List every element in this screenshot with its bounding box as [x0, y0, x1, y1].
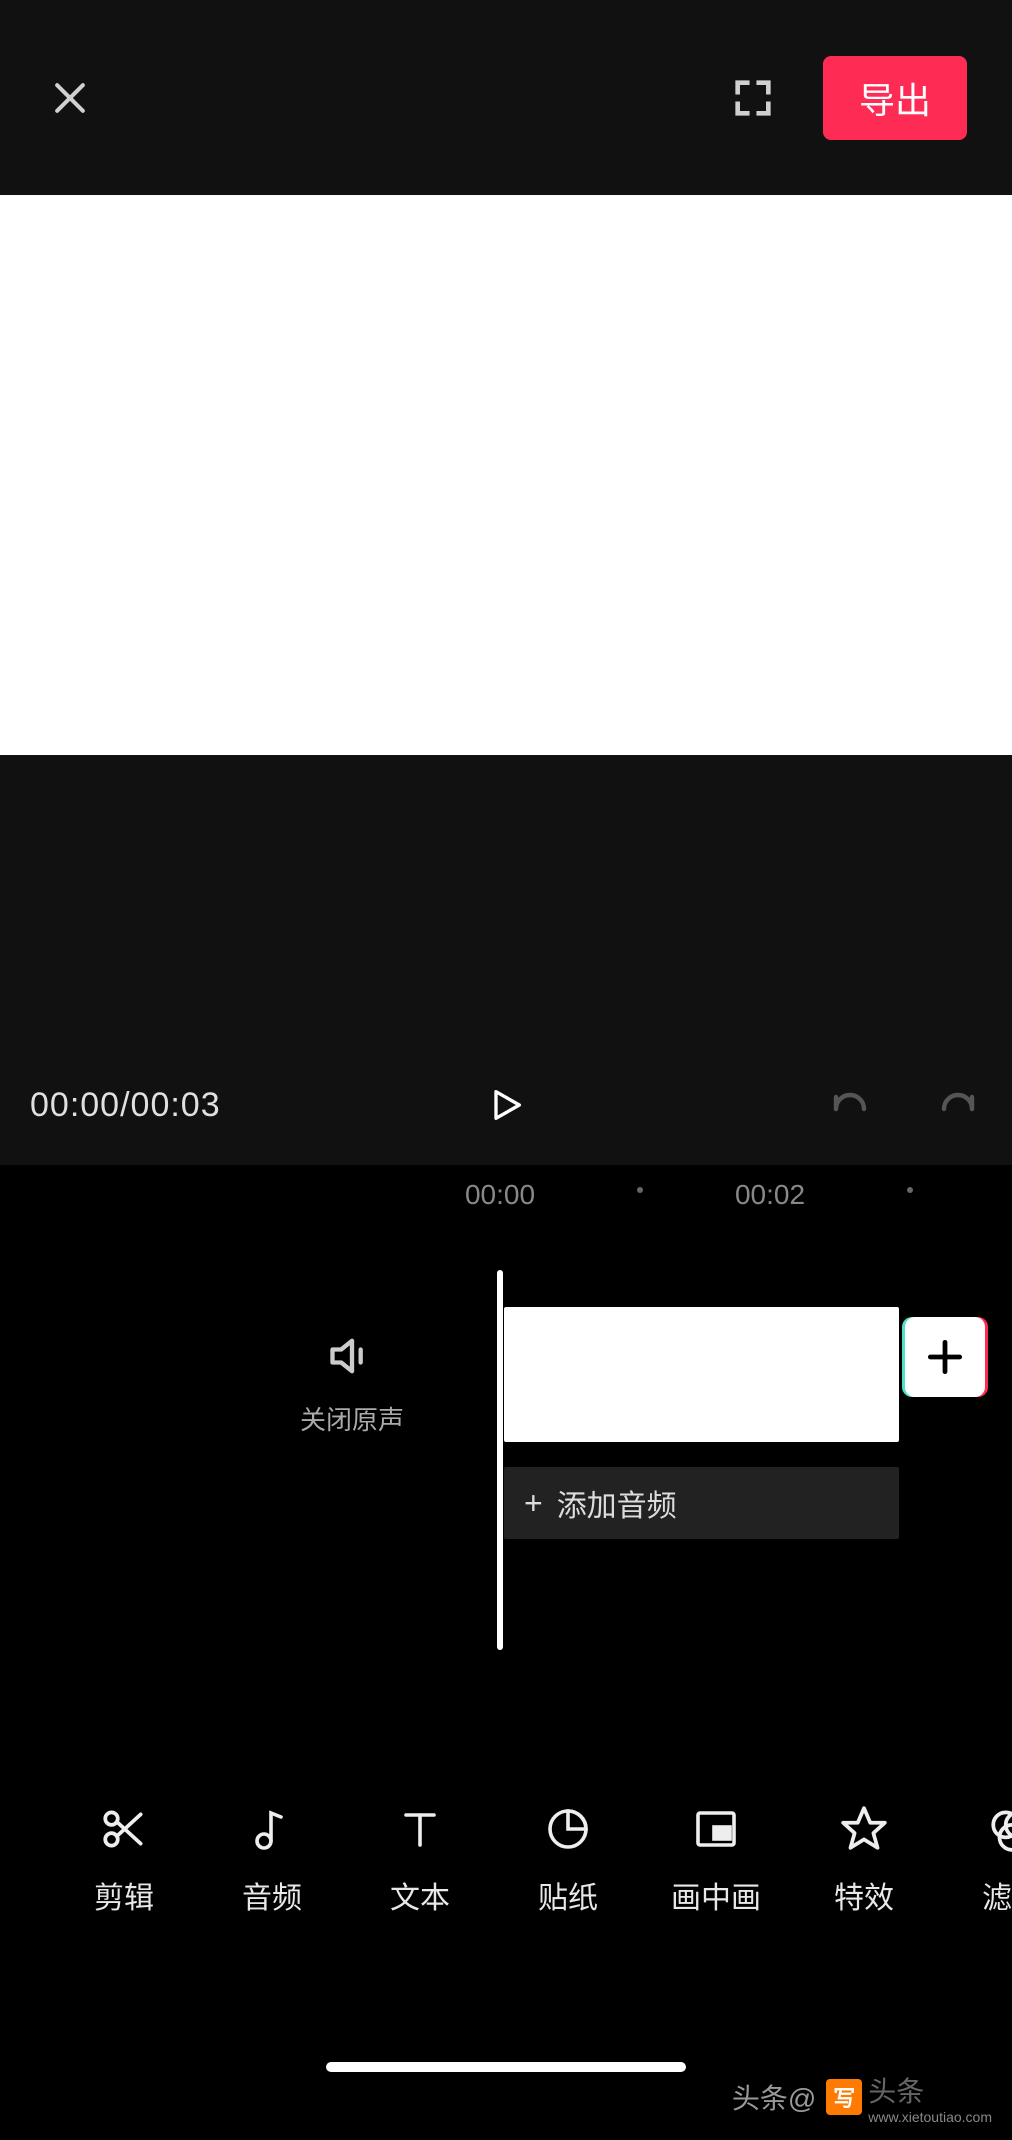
- watermark-prefix: 头条@: [732, 2077, 816, 2117]
- watermark-url: www.xietoutiao.com: [868, 2110, 992, 2124]
- watermark-badge: 写: [826, 2079, 862, 2115]
- mute-original-audio-button[interactable]: 关闭原声: [300, 1330, 404, 1437]
- export-button[interactable]: 导出: [823, 56, 967, 140]
- redo-button[interactable]: [934, 1081, 982, 1129]
- tool-label: 文本: [390, 1873, 450, 1917]
- close-button[interactable]: [45, 73, 95, 123]
- watermark-brand: 头条: [868, 2070, 992, 2110]
- add-clip-button[interactable]: [905, 1317, 985, 1397]
- scissors-icon: [98, 1803, 150, 1855]
- fullscreen-icon: [730, 75, 776, 121]
- tool-toolbar: 剪辑 音频 文本 贴纸: [0, 1780, 1012, 1940]
- ruler-dot: [637, 1187, 643, 1193]
- home-indicator[interactable]: [326, 2062, 686, 2072]
- plus-icon: +: [524, 1485, 543, 1522]
- video-clip[interactable]: [504, 1307, 899, 1442]
- close-icon: [48, 76, 92, 120]
- undo-icon: [826, 1081, 874, 1129]
- tool-pip[interactable]: 画中画: [642, 1803, 790, 1917]
- time-display: 00:00/00:03: [30, 1086, 221, 1125]
- tool-edit[interactable]: 剪辑: [50, 1803, 198, 1917]
- tool-text[interactable]: 文本: [346, 1803, 494, 1917]
- play-button[interactable]: [481, 1080, 531, 1130]
- tool-label: 剪辑: [94, 1873, 154, 1917]
- undo-button[interactable]: [826, 1081, 874, 1129]
- redo-icon: [934, 1081, 982, 1129]
- timeline-ruler[interactable]: 00:00 00:02: [0, 1165, 1012, 1225]
- text-icon: [394, 1803, 446, 1855]
- play-icon: [486, 1085, 526, 1125]
- tool-label: 贴纸: [538, 1873, 598, 1917]
- ruler-tick: 00:00: [465, 1179, 535, 1211]
- fullscreen-button[interactable]: [728, 73, 778, 123]
- filter-icon: [986, 1803, 1012, 1855]
- tool-label: 滤镜: [982, 1873, 1012, 1917]
- tool-label: 画中画: [671, 1873, 761, 1917]
- add-audio-button[interactable]: + 添加音频: [504, 1467, 899, 1539]
- tool-label: 特效: [834, 1873, 894, 1917]
- tool-effects[interactable]: 特效: [790, 1803, 938, 1917]
- tool-sticker[interactable]: 贴纸: [494, 1803, 642, 1917]
- tool-label: 音频: [242, 1873, 302, 1917]
- mute-label: 关闭原声: [300, 1400, 404, 1437]
- speaker-icon: [326, 1330, 378, 1382]
- timeline[interactable]: 关闭原声 + 添加音频: [0, 1225, 1012, 1775]
- playhead[interactable]: [497, 1270, 503, 1650]
- watermark: 头条@ 写 头条 www.xietoutiao.com: [732, 2070, 992, 2124]
- ruler-dot: [907, 1187, 913, 1193]
- video-preview[interactable]: [0, 195, 1012, 755]
- sticker-icon: [542, 1803, 594, 1855]
- star-icon: [838, 1803, 890, 1855]
- pip-icon: [690, 1803, 742, 1855]
- ruler-tick: 00:02: [735, 1179, 805, 1211]
- add-audio-label: 添加音频: [557, 1481, 677, 1525]
- tool-audio[interactable]: 音频: [198, 1803, 346, 1917]
- plus-icon: [923, 1335, 967, 1379]
- tool-filter[interactable]: 滤镜: [938, 1803, 1012, 1917]
- music-note-icon: [246, 1803, 298, 1855]
